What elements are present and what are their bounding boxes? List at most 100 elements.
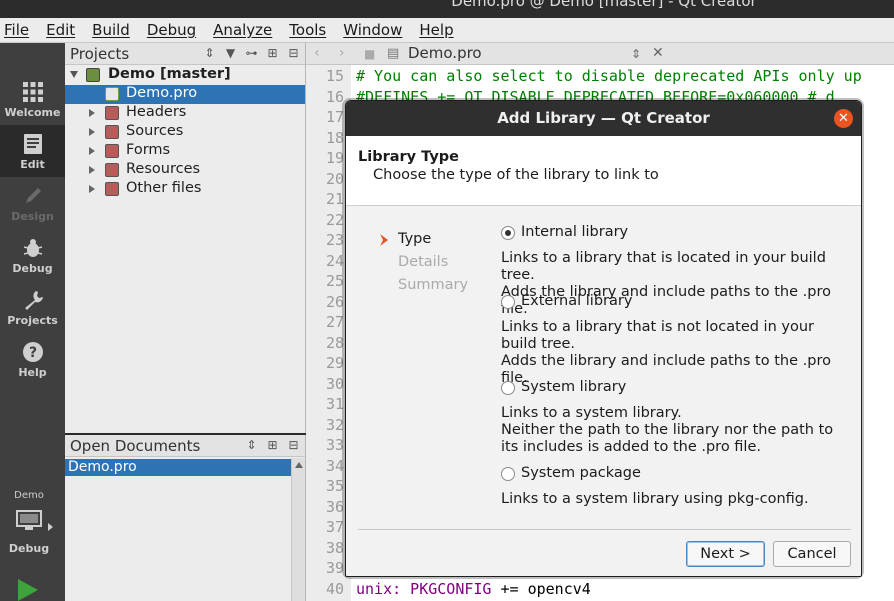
expand-right-icon[interactable] (89, 185, 95, 193)
tree-item-label: Resources (126, 161, 201, 177)
line-number: 40 (326, 579, 345, 598)
expand-right-icon[interactable] (89, 166, 95, 174)
code-text: unix: PKGCONFIG += opencv4 (356, 580, 591, 598)
lock-icon: ■ (364, 47, 376, 61)
system-package-label[interactable]: System package (521, 465, 641, 481)
split-icon[interactable]: ⊞ (265, 46, 280, 61)
open-documents-pane: Open Documents ⇕ ⊞ ⊟ Demo.pro (65, 435, 306, 601)
link-icon[interactable]: ⊶ (244, 46, 259, 61)
projects-pane: Projects ⇕ ▼ ⊶ ⊞ ⊟ Demo [master] Demo.pr… (65, 43, 306, 433)
filter-icon[interactable]: ▼ (223, 46, 238, 61)
close-pane-icon[interactable]: ⊟ (286, 46, 301, 61)
cancel-button[interactable]: Cancel (773, 541, 851, 567)
menu-build[interactable]: Build (92, 21, 130, 39)
pen-icon (25, 188, 41, 203)
external-library-label[interactable]: External library (521, 293, 632, 309)
menu-help[interactable]: Help (419, 21, 453, 39)
current-step-chevron-icon (380, 234, 388, 246)
tree-item-forms[interactable]: Forms (65, 142, 305, 161)
back-arrow-icon[interactable]: ‹ (314, 45, 320, 61)
editor-toolbar: ‹ › ■ ▤ Demo.pro ⇕ ✕ (306, 43, 894, 65)
next-button[interactable]: Next > (686, 541, 765, 567)
add-library-dialog: Add Library — Qt Creator ✕ Library Type … (345, 100, 862, 577)
kit-config-label: Debug (8, 542, 50, 555)
mode-design[interactable]: Design (0, 177, 65, 229)
menu-edit[interactable]: Edit (46, 21, 75, 39)
close-icon[interactable]: ✕ (834, 109, 853, 128)
split-icon[interactable]: ⊞ (265, 438, 280, 453)
document-icon (23, 134, 42, 154)
divider (358, 205, 851, 206)
internal-library-label[interactable]: Internal library (521, 224, 628, 240)
external-library-radio[interactable] (501, 295, 515, 309)
editor-file-tab[interactable]: Demo.pro (408, 44, 482, 62)
expand-down-icon[interactable] (70, 71, 78, 78)
close-pane-icon[interactable]: ⊟ (286, 438, 301, 453)
dialog-titlebar: Add Library — Qt Creator ✕ (346, 101, 861, 136)
mode-debug[interactable]: Debug (0, 229, 65, 281)
other-files-folder-icon (105, 182, 119, 196)
system-library-label[interactable]: System library (521, 379, 626, 395)
monitor-icon[interactable] (16, 510, 42, 532)
run-icon[interactable] (18, 579, 38, 601)
grid-icon (22, 82, 43, 102)
mode-projects-label: Projects (7, 314, 58, 327)
forward-arrow-icon[interactable]: › (339, 45, 345, 61)
forms-folder-icon (105, 144, 119, 158)
menu-tools[interactable]: Tools (289, 21, 326, 39)
tree-item-project[interactable]: Demo [master] (65, 66, 305, 85)
sort-arrows-icon[interactable]: ⇕ (244, 438, 259, 453)
file-dropdown-icon[interactable]: ⇕ (631, 47, 641, 61)
mode-debug-label: Debug (12, 262, 53, 275)
svg-text:?: ? (28, 345, 36, 361)
menu-debug[interactable]: Debug (147, 21, 196, 39)
kit-selector-arrow-icon[interactable] (48, 523, 53, 531)
desc-line: Links to a system library. (501, 405, 682, 421)
expand-right-icon[interactable] (89, 128, 95, 136)
expand-right-icon[interactable] (89, 147, 95, 155)
dialog-title: Add Library — Qt Creator (497, 109, 710, 127)
mode-edit[interactable]: Edit (0, 125, 65, 177)
menu-window[interactable]: Window (343, 21, 402, 39)
menu-analyze[interactable]: Analyze (213, 21, 272, 39)
pro-file-icon (105, 87, 119, 101)
menu-file[interactable]: File (4, 21, 29, 39)
desc-line: Neither the path to the library nor the … (501, 422, 834, 455)
headers-folder-icon (105, 106, 119, 120)
tree-item-label: Demo [master] (108, 66, 231, 82)
mode-projects[interactable]: Projects (0, 281, 65, 333)
open-document-item[interactable]: Demo.pro (65, 459, 291, 476)
tree-item-headers[interactable]: Headers (65, 104, 305, 123)
step-type: Type (398, 231, 432, 247)
mode-help[interactable]: ? Help (0, 333, 65, 385)
tree-item-label: Sources (126, 123, 184, 139)
window-titlebar: Demo.pro @ Demo [master] - Qt Creator (0, 0, 894, 18)
tree-item-sources[interactable]: Sources (65, 123, 305, 142)
step-details: Details (398, 254, 449, 270)
system-library-radio[interactable] (501, 381, 515, 395)
desc-line: Links to a system library using pkg-conf… (501, 491, 809, 507)
mode-welcome-label: Welcome (4, 106, 61, 119)
help-icon: ? (22, 342, 43, 362)
projects-pane-title: Projects (70, 44, 130, 63)
open-documents-scrollbar[interactable] (291, 458, 305, 601)
system-package-desc: Links to a system library using pkg-conf… (501, 491, 846, 508)
mode-selector: Welcome Edit Design Debug Projects ? Hel… (0, 43, 65, 601)
code-keyword: unix: PKGCONFIG (356, 579, 492, 598)
sort-arrows-icon[interactable]: ⇕ (202, 46, 217, 61)
open-documents-header: Open Documents ⇕ ⊞ ⊟ (65, 435, 305, 457)
tree-item-resources[interactable]: Resources (65, 161, 305, 180)
dialog-page-header: Library Type Choose the type of the libr… (346, 136, 861, 206)
scroll-up-icon[interactable] (295, 462, 303, 468)
code-text: # You can also select to disable depreca… (356, 67, 862, 85)
divider (358, 529, 851, 530)
expand-right-icon[interactable] (89, 109, 95, 117)
tree-item-label: Demo.pro (126, 85, 198, 101)
close-file-icon[interactable]: ✕ (652, 45, 664, 61)
mode-welcome[interactable]: Welcome (0, 73, 65, 125)
menu-bar: File Edit Build Debug Analyze Tools Wind… (0, 18, 894, 43)
tree-item-other-files[interactable]: Other files (65, 180, 305, 199)
tree-item-pro-file[interactable]: Demo.pro (65, 85, 305, 104)
system-package-radio[interactable] (501, 467, 515, 481)
internal-library-radio[interactable] (501, 226, 515, 240)
